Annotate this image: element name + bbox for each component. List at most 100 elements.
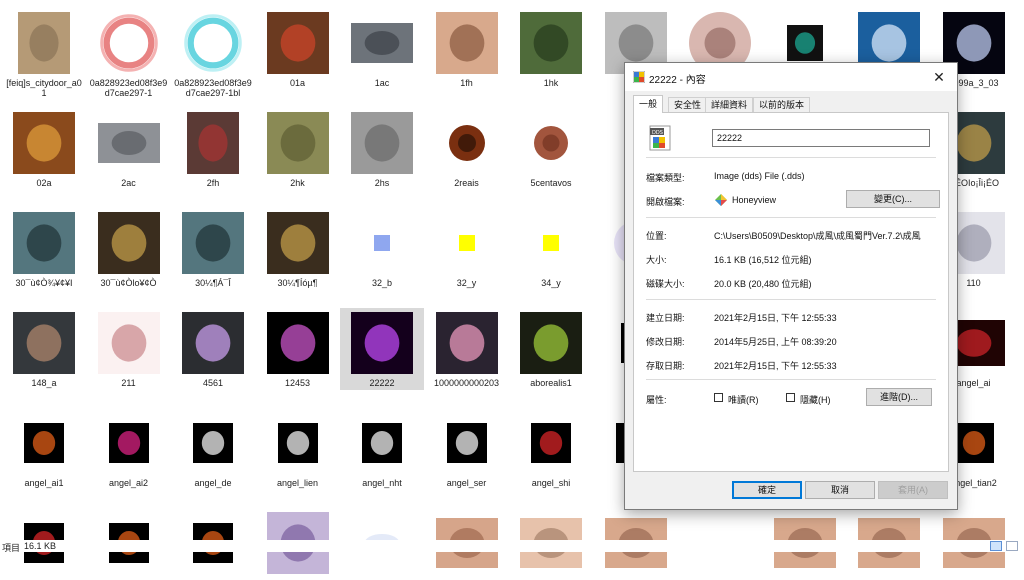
file-name-label: 2ac bbox=[121, 178, 136, 188]
file-thumbnail-frame bbox=[256, 308, 340, 378]
ok-button[interactable]: 確定 bbox=[732, 481, 802, 499]
file-name-label: 5centavos bbox=[530, 178, 572, 188]
file-item[interactable]: 32_b bbox=[340, 208, 424, 290]
file-item[interactable]: 30¼¶Íóµ¶ bbox=[256, 208, 340, 290]
file-item[interactable]: angel_lien bbox=[256, 408, 340, 490]
file-name-label: 30¯ù¢Òlo¥¢Ò bbox=[100, 278, 157, 288]
file-thumbnail-frame bbox=[256, 208, 340, 278]
modified-value: 2014年5月25日, 上午 08:39:20 bbox=[714, 337, 837, 347]
file-item[interactable]: 1000000000203 bbox=[425, 308, 509, 390]
dialog-titlebar[interactable]: 22222 - 內容 ✕ bbox=[625, 63, 957, 91]
large-icons-view-icon[interactable] bbox=[1006, 541, 1018, 551]
file-name-label: 2fh bbox=[206, 178, 220, 188]
file-item[interactable]: angel_shi bbox=[509, 408, 593, 490]
file-item[interactable]: 4561 bbox=[171, 308, 255, 390]
file-name-label: 4561 bbox=[202, 378, 224, 388]
file-name-label: 22222 bbox=[340, 378, 424, 390]
file-name-label: angel_ai1 bbox=[24, 478, 64, 488]
close-icon: ✕ bbox=[933, 69, 945, 85]
status-items-label: 項目 bbox=[2, 543, 21, 553]
file-thumbnail bbox=[534, 126, 568, 160]
modified-label: 修改日期: bbox=[646, 337, 685, 347]
file-thumbnail bbox=[351, 312, 413, 374]
file-thumbnail bbox=[18, 12, 70, 74]
hidden-checkbox[interactable] bbox=[786, 393, 795, 402]
file-thumbnail bbox=[953, 423, 994, 463]
file-item[interactable]: 12453 bbox=[256, 308, 340, 390]
file-item[interactable]: 1fh bbox=[425, 8, 509, 90]
file-name-label: angel_nht bbox=[362, 478, 402, 488]
file-item[interactable]: 2ac bbox=[87, 108, 171, 190]
hidden-label[interactable]: 隱藏(H) bbox=[800, 393, 831, 406]
file-thumbnail bbox=[458, 235, 475, 251]
file-item[interactable]: 5centavos bbox=[509, 108, 593, 190]
file-item[interactable]: 22222 bbox=[340, 308, 424, 390]
tab-general[interactable]: 一般 bbox=[633, 95, 664, 113]
details-view-icon[interactable] bbox=[990, 541, 1002, 551]
file-item[interactable]: angel_ai2 bbox=[87, 408, 171, 490]
file-thumbnail-frame bbox=[425, 208, 509, 278]
tab-previous-versions[interactable]: 以前的版本 bbox=[753, 97, 811, 113]
file-item[interactable]: 2reais bbox=[425, 108, 509, 190]
file-thumbnail bbox=[531, 423, 571, 463]
file-thumbnail-frame bbox=[171, 8, 255, 78]
file-item[interactable]: 01a bbox=[256, 8, 340, 90]
file-item[interactable]: 2hk bbox=[256, 108, 340, 190]
file-item[interactable]: [feiq]s_citydoor_a01 bbox=[2, 8, 86, 100]
file-thumbnail bbox=[13, 312, 75, 374]
file-name-label: 1000000000203 bbox=[433, 378, 500, 388]
file-item[interactable]: angel_ai1 bbox=[2, 408, 86, 490]
change-button[interactable]: 變更(C)... bbox=[846, 190, 940, 208]
file-name-label: 30¼¶Á¯Î bbox=[195, 278, 231, 288]
file-item[interactable]: 02a bbox=[2, 108, 86, 190]
file-name-label: angel_ai2 bbox=[108, 478, 149, 488]
file-thumbnail-frame bbox=[2, 108, 86, 178]
file-name-label: 01a bbox=[289, 78, 306, 88]
file-item[interactable]: angel_de bbox=[171, 408, 255, 490]
close-button[interactable]: ✕ bbox=[921, 63, 957, 91]
file-item[interactable]: 2fh bbox=[171, 108, 255, 190]
status-size: 16.1 KB bbox=[24, 541, 57, 551]
file-thumbnail-frame bbox=[171, 208, 255, 278]
size-value: 16.1 KB (16,512 位元組) bbox=[714, 255, 812, 265]
file-thumbnail-frame bbox=[87, 308, 171, 378]
file-name-input[interactable] bbox=[712, 129, 930, 147]
cancel-button[interactable]: 取消 bbox=[805, 481, 875, 499]
file-item[interactable]: aborealis1 bbox=[509, 308, 593, 390]
file-name-label: 12453 bbox=[284, 378, 311, 388]
file-thumbnail bbox=[351, 112, 413, 174]
file-thumbnail bbox=[266, 12, 329, 74]
file-name-label: 2reais bbox=[454, 178, 479, 188]
tab-strip: 一般 安全性 詳細資料 以前的版本 bbox=[633, 95, 949, 113]
readonly-label[interactable]: 唯讀(R) bbox=[728, 393, 759, 406]
advanced-button[interactable]: 進階(D)... bbox=[866, 388, 932, 406]
readonly-checkbox[interactable] bbox=[714, 393, 723, 402]
file-item[interactable]: 2hs bbox=[340, 108, 424, 190]
file-item[interactable]: 1ac bbox=[340, 8, 424, 90]
file-name-label: 148_a bbox=[31, 378, 57, 388]
file-item[interactable]: 0a828923ed08f3e9d7cae297-1 bbox=[87, 8, 171, 100]
file-name-label: angel_lien bbox=[276, 478, 319, 488]
file-item[interactable]: 30¯ù¢Òlo¥¢Ò bbox=[87, 208, 171, 290]
file-item[interactable]: 32_y bbox=[425, 208, 509, 290]
file-item[interactable]: 30¼¶Á¯Î bbox=[171, 208, 255, 290]
file-item[interactable]: 30¯ù¢Ò¾¥¢¥I bbox=[2, 208, 86, 290]
file-thumbnail bbox=[435, 12, 498, 74]
file-name-label: 34_y bbox=[541, 278, 561, 288]
location-label: 位置: bbox=[646, 231, 667, 241]
file-item[interactable]: angel_ser bbox=[425, 408, 509, 490]
file-item[interactable]: 34_y bbox=[509, 208, 593, 290]
file-thumbnail-frame bbox=[2, 8, 86, 78]
file-item[interactable]: 0a828923ed08f3e9d7cae297-1bl bbox=[171, 8, 255, 100]
apply-button[interactable]: 套用(A) bbox=[878, 481, 948, 499]
accessed-value: 2021年2月15日, 下午 12:55:33 bbox=[714, 361, 837, 371]
tab-security[interactable]: 安全性 bbox=[668, 97, 708, 113]
file-thumbnail bbox=[97, 212, 160, 274]
file-name-label: 02a bbox=[36, 178, 52, 188]
file-item[interactable]: 211 bbox=[87, 308, 171, 390]
file-item[interactable]: 148_a bbox=[2, 308, 86, 390]
dds-file-icon: DDS bbox=[649, 125, 671, 151]
file-item[interactable]: angel_nht bbox=[340, 408, 424, 490]
file-item[interactable]: 1hk bbox=[509, 8, 593, 90]
tab-details[interactable]: 詳細資料 bbox=[705, 97, 754, 113]
